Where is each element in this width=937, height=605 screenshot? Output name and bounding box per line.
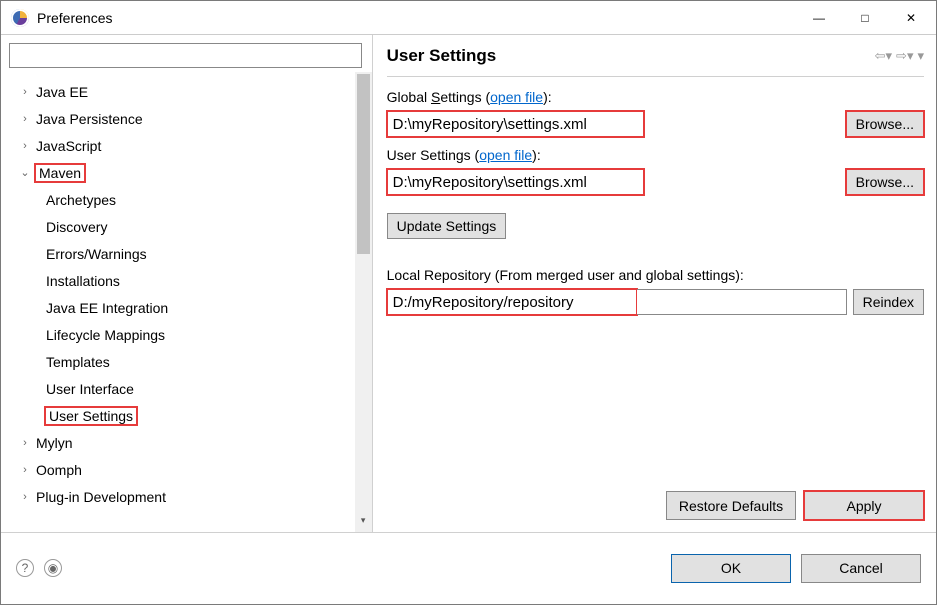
window-title: Preferences — [37, 10, 796, 26]
panel-title: User Settings — [387, 46, 871, 66]
global-settings-label: Global Settings (open file): — [387, 89, 924, 105]
chevron-right-icon[interactable]: › — [16, 437, 34, 449]
tree-item-label: Plug-in Development — [34, 488, 168, 506]
chevron-right-icon[interactable]: › — [16, 140, 34, 152]
tree-item-label: Java Persistence — [34, 110, 145, 128]
global-open-file-link[interactable]: open file — [490, 89, 543, 105]
nav-back-icon[interactable]: ⇦▾ — [875, 48, 892, 64]
preferences-tree[interactable]: ›Java EE›Java Persistence›JavaScript⌄Mav… — [1, 72, 355, 532]
tree-item-label: Errors/Warnings — [44, 245, 149, 263]
tree-item-templates[interactable]: Templates — [16, 348, 355, 375]
dialog-footer: ? ◉ OK Cancel — [1, 533, 936, 603]
scroll-down-icon[interactable]: ▾ — [355, 515, 372, 532]
chevron-right-icon[interactable]: › — [16, 491, 34, 503]
tree-item-label: Oomph — [34, 461, 84, 479]
tree-item-label: User Settings — [44, 406, 138, 426]
tree-item-lifecycle-mappings[interactable]: Lifecycle Mappings — [16, 321, 355, 348]
chevron-right-icon[interactable]: › — [16, 86, 34, 98]
tree-item-label: User Interface — [44, 380, 136, 398]
tree-item-user-settings[interactable]: User Settings — [16, 402, 355, 429]
tree-item-java-ee-integration[interactable]: Java EE Integration — [16, 294, 355, 321]
eclipse-logo-icon — [11, 9, 29, 27]
minimize-button[interactable]: — — [796, 2, 842, 33]
global-settings-input[interactable] — [387, 111, 644, 137]
tree-scrollbar[interactable]: ▴ ▾ — [355, 72, 372, 532]
tree-item-oomph[interactable]: ›Oomph — [16, 456, 355, 483]
tree-item-label: JavaScript — [34, 137, 103, 155]
tree-item-label: Installations — [44, 272, 122, 290]
tree-item-java-ee[interactable]: ›Java EE — [16, 78, 355, 105]
user-browse-button[interactable]: Browse... — [846, 169, 924, 195]
tree-item-java-persistence[interactable]: ›Java Persistence — [16, 105, 355, 132]
tree-item-label: Java EE — [34, 83, 90, 101]
nav-fwd-icon[interactable]: ⇨▾ — [896, 48, 913, 64]
global-browse-button[interactable]: Browse... — [846, 111, 924, 137]
tree-item-errors-warnings[interactable]: Errors/Warnings — [16, 240, 355, 267]
cancel-button[interactable]: Cancel — [801, 554, 921, 583]
tree-item-label: Maven — [34, 163, 86, 183]
local-repo-input — [387, 289, 637, 315]
scroll-thumb[interactable] — [357, 74, 370, 254]
tree-item-plug-in-development[interactable]: ›Plug-in Development — [16, 483, 355, 510]
preferences-tree-pane: ›Java EE›Java Persistence›JavaScript⌄Mav… — [1, 35, 373, 532]
apply-button[interactable]: Apply — [804, 491, 924, 520]
ok-button[interactable]: OK — [671, 554, 791, 583]
chevron-right-icon[interactable]: › — [16, 464, 34, 476]
import-export-icon[interactable]: ◉ — [44, 559, 62, 577]
titlebar: Preferences — □ ✕ — [1, 1, 936, 35]
tree-item-label: Mylyn — [34, 434, 75, 452]
tree-item-maven[interactable]: ⌄Maven — [16, 159, 355, 186]
update-settings-button[interactable]: Update Settings — [387, 213, 507, 239]
tree-item-label: Archetypes — [44, 191, 118, 209]
tree-item-label: Templates — [44, 353, 112, 371]
tree-item-label: Discovery — [44, 218, 109, 236]
filter-input[interactable] — [9, 43, 362, 68]
chevron-right-icon[interactable]: › — [16, 113, 34, 125]
local-repo-label: Local Repository (From merged user and g… — [387, 267, 924, 283]
user-settings-input[interactable] — [387, 169, 644, 195]
tree-item-discovery[interactable]: Discovery — [16, 213, 355, 240]
tree-item-label: Lifecycle Mappings — [44, 326, 167, 344]
local-repo-input-tail — [637, 289, 847, 315]
restore-defaults-button[interactable]: Restore Defaults — [666, 491, 796, 520]
maximize-button[interactable]: □ — [842, 2, 888, 33]
filter-box-wrap — [1, 35, 372, 72]
user-open-file-link[interactable]: open file — [479, 147, 532, 163]
settings-panel: User Settings ⇦▾ ⇨▾ ▾ Global Settings (o… — [373, 35, 936, 532]
reindex-button[interactable]: Reindex — [853, 289, 924, 315]
view-menu-icon[interactable]: ▾ — [917, 48, 924, 64]
tree-item-javascript[interactable]: ›JavaScript — [16, 132, 355, 159]
tree-item-label: Java EE Integration — [44, 299, 170, 317]
tree-item-installations[interactable]: Installations — [16, 267, 355, 294]
user-settings-label: User Settings (open file): — [387, 147, 924, 163]
tree-item-user-interface[interactable]: User Interface — [16, 375, 355, 402]
tree-item-archetypes[interactable]: Archetypes — [16, 186, 355, 213]
tree-item-mylyn[interactable]: ›Mylyn — [16, 429, 355, 456]
help-icon[interactable]: ? — [16, 559, 34, 577]
chevron-down-icon[interactable]: ⌄ — [16, 166, 34, 179]
close-button[interactable]: ✕ — [888, 2, 934, 33]
